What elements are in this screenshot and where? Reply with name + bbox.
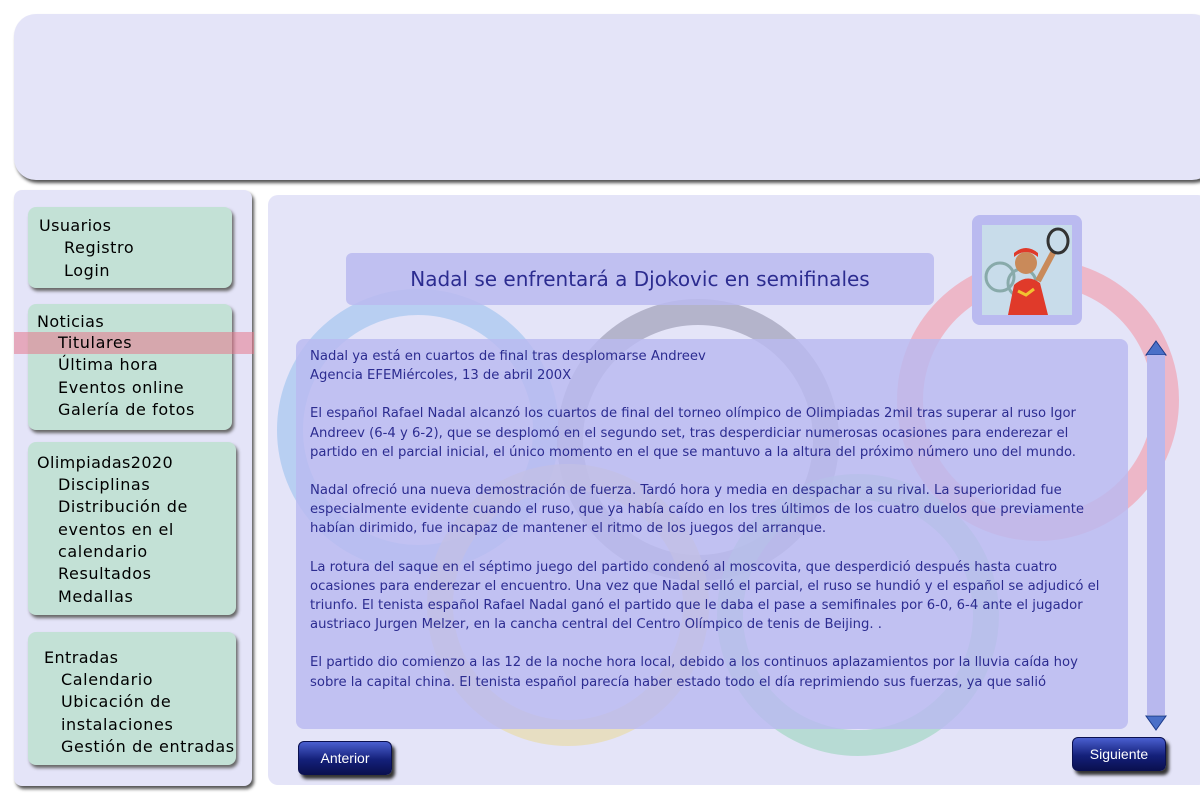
menu-tickets-title: Entradas	[44, 648, 119, 667]
menu-item-resultados[interactable]: Resultados	[58, 563, 152, 585]
menu-item-registro[interactable]: Registro	[64, 237, 134, 259]
article-paragraph: Nadal ya está en cuartos de final tras d…	[310, 349, 706, 384]
menu-item-ultima-hora[interactable]: Última hora	[58, 354, 158, 376]
menu-users-title: Usuarios	[39, 216, 112, 235]
article-headline: Nadal se enfrentará a Djokovic en semifi…	[410, 267, 870, 291]
next-button[interactable]: Siguiente	[1072, 737, 1166, 771]
menu-item-ubicacion-2[interactable]: instalaciones	[61, 714, 173, 736]
article-paragraph: El español Rafael Nadal alcanzó los cuar…	[310, 406, 1076, 460]
menu-olympics: Olimpiadas2020 Disciplinas Distribución …	[28, 442, 236, 615]
menu-item-eventos-online[interactable]: Eventos online	[58, 377, 184, 399]
active-item-highlight	[14, 332, 254, 354]
menu-item-medallas[interactable]: Medallas	[58, 586, 133, 608]
header-banner	[14, 14, 1200, 180]
menu-news-title: Noticias	[37, 312, 105, 331]
menu-item-login[interactable]: Login	[64, 260, 110, 282]
menu-item-calendario[interactable]: Calendario	[61, 669, 153, 691]
main-content: Nadal se enfrentará a Djokovic en semifi…	[268, 195, 1200, 785]
menu-olympics-title: Olimpiadas2020	[37, 453, 174, 472]
menu-users: Usuarios Registro Login	[28, 207, 232, 288]
tennis-player-photo	[982, 225, 1072, 315]
menu-item-ubicacion-1[interactable]: Ubicación de	[61, 691, 171, 713]
headline-box: Nadal se enfrentará a Djokovic en semifi…	[346, 253, 934, 305]
menu-item-gestion-entradas[interactable]: Gestión de entradas	[61, 736, 235, 758]
article-paragraph: La rotura del saque en el séptimo juego …	[310, 559, 1100, 633]
scrollbar-track[interactable]	[1147, 355, 1165, 715]
article-text: Nadal ya está en cuartos de final tras d…	[310, 347, 1110, 711]
article-paragraph: El partido dio comienzo a las 12 de la n…	[310, 655, 1078, 690]
menu-item-titulares[interactable]: Titulares	[58, 332, 132, 354]
article-photo-frame	[972, 215, 1082, 325]
article-body[interactable]: Nadal ya está en cuartos de final tras d…	[296, 339, 1128, 729]
article-scrollbar[interactable]	[1144, 339, 1168, 732]
menu-item-disciplinas[interactable]: Disciplinas	[58, 474, 150, 496]
menu-item-distribucion-1[interactable]: Distribución de	[58, 496, 188, 518]
menu-item-distribucion-3[interactable]: calendario	[58, 541, 148, 563]
previous-button[interactable]: Anterior	[298, 741, 392, 775]
scroll-down-icon[interactable]	[1144, 714, 1168, 732]
menu-item-galeria-fotos[interactable]: Galería de fotos	[58, 399, 195, 421]
menu-item-distribucion-2[interactable]: eventos en el	[58, 519, 174, 541]
menu-tickets: Entradas Calendario Ubicación de instala…	[28, 632, 236, 765]
article-paragraph: Nadal ofreció una nueva demostración de …	[310, 483, 1084, 537]
